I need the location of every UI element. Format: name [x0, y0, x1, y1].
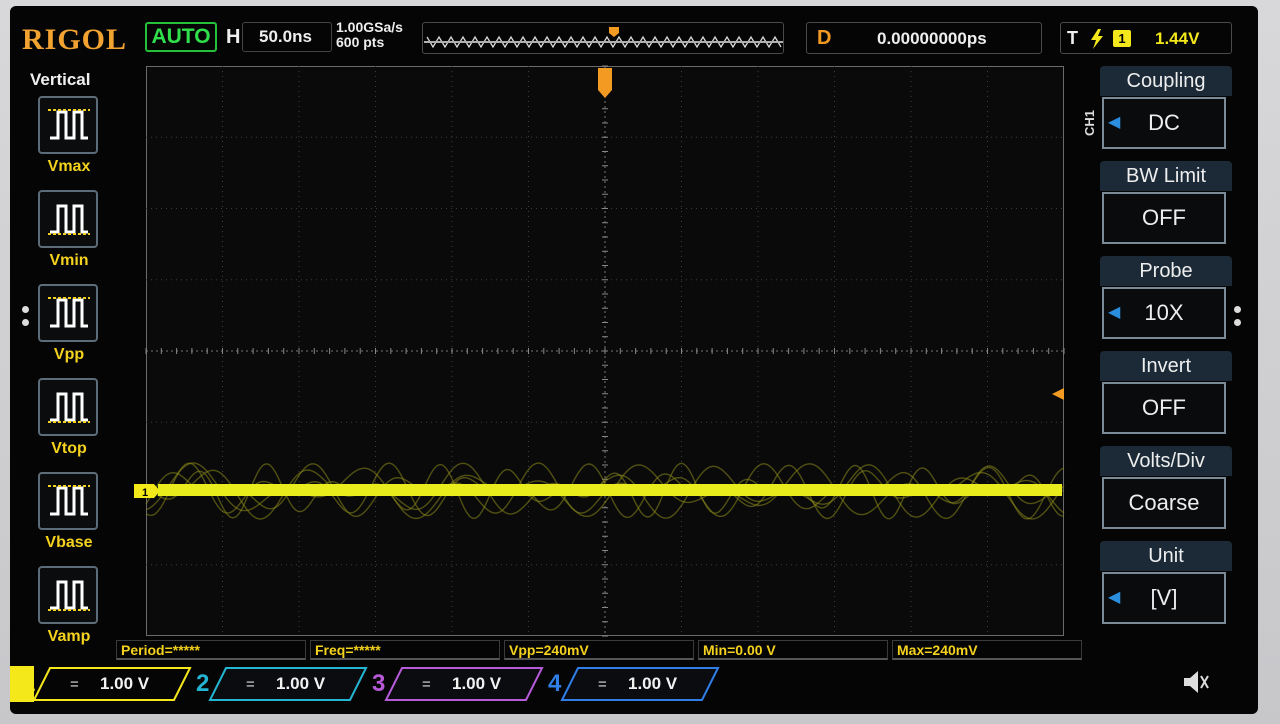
menu-page-indicator [1234, 306, 1242, 328]
delay-display[interactable]: D 0.00000000ps [806, 22, 1042, 54]
channel-scale: 1.00 V [452, 674, 502, 693]
memory-trigger-marker [609, 27, 619, 37]
svg-text:=: = [422, 676, 431, 693]
measurement-readout[interactable]: Freq=***** [310, 640, 500, 660]
channel-scale: 1.00 V [100, 674, 150, 693]
trigger-label: T [1067, 28, 1078, 48]
delay-value: 0.00000000ps [877, 29, 987, 48]
measure-label: Vpp [53, 346, 85, 363]
menu-softkey-volts-div[interactable]: Coarse [1102, 477, 1226, 529]
menu-value: OFF [1142, 205, 1186, 230]
menu-title-probe: Probe [1100, 256, 1232, 286]
measure-label: Vamp [47, 628, 91, 645]
delay-label: D [817, 27, 832, 49]
channel-number: 2 [196, 670, 210, 697]
waveform-grid[interactable]: 1 [134, 65, 1065, 637]
channel-2-tab[interactable]: = 2 1.00 V [196, 666, 372, 702]
horizontal-label: H [226, 26, 241, 48]
channel-scale: 1.00 V [628, 674, 678, 693]
channel-1-marker-label: 1 [142, 487, 148, 499]
menu-softkey-bw-limit[interactable]: OFF [1102, 192, 1226, 244]
measurement-readout[interactable]: Vpp=240mV [504, 640, 694, 660]
menu-softkey-coupling[interactable]: ◀ DC [1102, 97, 1226, 149]
menu-value: Coarse [1128, 490, 1200, 515]
memory-depth: 600 pts [336, 34, 385, 50]
menu-title-volts-div: Volts/Div [1100, 446, 1232, 476]
channel-number: 1 [22, 670, 36, 697]
measurement-readout[interactable]: Max=240mV [892, 640, 1082, 660]
measure-button-vmin[interactable] [38, 190, 98, 248]
svg-text:=: = [598, 676, 607, 693]
trigger-level: 1.44V [1155, 29, 1200, 48]
measure-button-vtop[interactable] [38, 378, 98, 436]
measure-label: Vtop [51, 440, 87, 457]
measure-button-vmax[interactable] [38, 96, 98, 154]
menu-softkey-unit[interactable]: ◀ [V] [1102, 572, 1226, 624]
measurement-readout[interactable]: Min=0.00 V [698, 640, 888, 660]
menu-value: OFF [1142, 395, 1186, 420]
oscilloscope-screen: RIGOL AUTO H 50.0ns 1.00GSa/s 600 pts D … [10, 6, 1258, 714]
trigger-source-badge: 1 [1113, 30, 1131, 47]
channel-number: 3 [372, 670, 386, 697]
menu-title-bw-limit: BW Limit [1100, 161, 1232, 191]
measure-button-vpp[interactable] [38, 284, 98, 342]
channel-4-tab[interactable]: = 4 1.00 V [548, 666, 724, 702]
menu-softkey-invert[interactable]: OFF [1102, 382, 1226, 434]
menu-title-invert: Invert [1100, 351, 1232, 381]
sample-rate-display: 1.00GSa/s 600 pts [336, 20, 403, 50]
pulse-measure-icon [48, 392, 90, 423]
measure-button-vbase[interactable] [38, 472, 98, 530]
measure-label: Vbase [45, 534, 93, 551]
pulse-measure-icon [48, 297, 90, 328]
menu-value: DC [1148, 110, 1180, 135]
left-arrow-icon: ◀ [1108, 304, 1121, 321]
channel-menu-tag: CH1 [1082, 110, 1097, 137]
timebase-display[interactable]: 50.0ns [242, 22, 332, 52]
channel-number: 4 [548, 670, 562, 697]
measure-label: Vmax [47, 158, 91, 175]
channel-3-tab[interactable]: = 3 1.00 V [372, 666, 548, 702]
memory-window[interactable] [422, 22, 784, 54]
menu-softkey-probe[interactable]: ◀ 10X [1102, 287, 1226, 339]
svg-text:=: = [246, 676, 255, 693]
menu-title-unit: Unit [1100, 541, 1232, 571]
left-arrow-icon: ◀ [1108, 589, 1121, 606]
menu-value: [V] [1150, 585, 1178, 610]
channel-1-tab[interactable]: = 1 1.00 V [10, 666, 196, 702]
svg-text:=: = [70, 676, 79, 693]
speaker-icon[interactable] [1180, 668, 1212, 696]
rigol-logo: RIGOL [22, 23, 128, 56]
measure-label: Vmin [49, 252, 89, 269]
sample-rate: 1.00GSa/s [336, 19, 403, 35]
run-mode-badge[interactable]: AUTO [145, 22, 217, 52]
channel-1-trace [158, 484, 1062, 496]
pulse-measure-icon [48, 580, 90, 611]
trigger-display[interactable]: T 1 1.44V [1060, 22, 1232, 54]
menu-title-coupling: Coupling [1100, 66, 1232, 96]
pulse-measure-icon [48, 204, 90, 235]
vertical-panel-title: Vertical [30, 70, 91, 89]
channel-scale: 1.00 V [276, 674, 326, 693]
pulse-measure-icon [48, 109, 90, 140]
memory-waveform-overview [424, 27, 783, 49]
menu-value: 10X [1144, 300, 1184, 325]
measure-button-vamp[interactable] [38, 566, 98, 624]
panel-page-indicator [22, 306, 30, 328]
pulse-measure-icon [48, 485, 90, 516]
timebase-value: 50.0ns [259, 27, 312, 46]
measurement-readout[interactable]: Period=***** [116, 640, 306, 660]
left-arrow-icon: ◀ [1108, 114, 1121, 131]
lightning-icon [1091, 29, 1103, 49]
